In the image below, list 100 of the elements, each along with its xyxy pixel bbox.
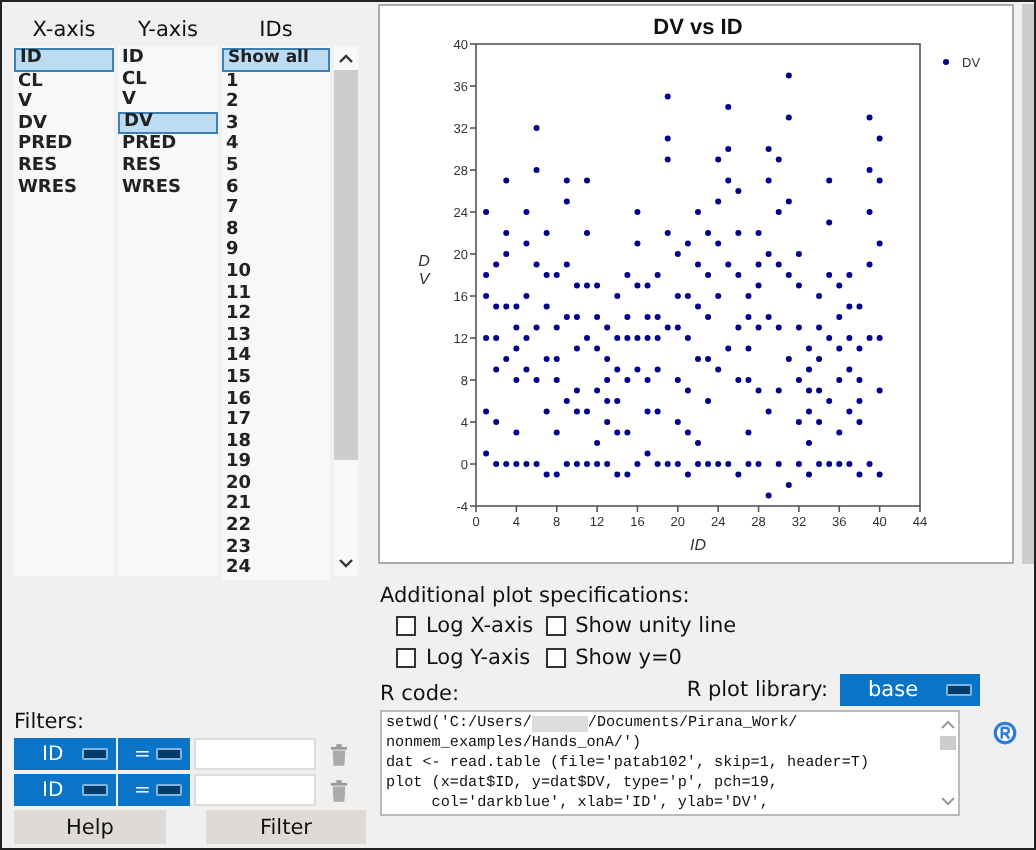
list-item[interactable]: 8 [222, 219, 330, 241]
operator-dropdown[interactable]: = [118, 738, 190, 770]
checkbox-label: Show unity line [575, 614, 737, 638]
operator-dropdown[interactable]: = [118, 774, 190, 806]
data-point [816, 419, 823, 425]
list-item[interactable]: 23 [222, 537, 330, 559]
data-point [553, 356, 560, 362]
data-point [513, 461, 520, 467]
list-item[interactable]: 5 [222, 155, 330, 178]
list-item[interactable]: RES [118, 155, 218, 178]
filter-value-field[interactable] [194, 774, 316, 806]
data-point [644, 314, 651, 320]
data-point [846, 303, 853, 310]
data-point [856, 345, 863, 352]
data-point [493, 366, 500, 373]
list-item[interactable]: 20 [222, 473, 330, 495]
scroll-down-icon[interactable] [338, 558, 354, 570]
list-item[interactable]: DV [14, 113, 114, 135]
data-point [705, 398, 712, 404]
library-dropdown[interactable]: base [840, 674, 980, 706]
scrollbar-thumb[interactable] [334, 70, 358, 460]
data-point [785, 198, 792, 205]
list-item[interactable]: 19 [222, 452, 330, 474]
data-point [876, 471, 883, 478]
data-point [654, 461, 661, 467]
code-editor[interactable] [380, 710, 960, 816]
data-point [634, 240, 641, 247]
list-item[interactable]: 3 [222, 113, 330, 135]
scrollbar[interactable] [1022, 4, 1034, 564]
list-item[interactable]: CL [118, 69, 218, 91]
list-item[interactable]: 15 [222, 367, 330, 389]
list-item[interactable]: 10 [222, 261, 330, 284]
trash-icon[interactable] [330, 743, 348, 765]
data-point [523, 366, 530, 373]
list-item[interactable]: 9 [222, 240, 330, 262]
checkbox[interactable] [396, 648, 416, 668]
data-point [523, 293, 530, 299]
list-item[interactable]: 18 [222, 431, 330, 453]
data-point [674, 251, 681, 257]
list-item[interactable]: 16 [222, 389, 330, 411]
data-point [836, 461, 843, 467]
list-item[interactable]: V [14, 92, 114, 114]
data-point [735, 230, 742, 236]
r-plot-library-label: R plot library: [686, 678, 828, 702]
data-point [644, 282, 651, 289]
data-point [614, 366, 621, 373]
data-point [836, 345, 843, 352]
list-item[interactable]: 22 [222, 516, 330, 538]
data-point [584, 408, 590, 415]
scrollbar[interactable] [334, 46, 358, 576]
list-item[interactable]: RES [14, 155, 114, 178]
list-item[interactable]: 24 [222, 558, 330, 580]
checkbox[interactable] [545, 616, 566, 636]
list-item[interactable]: 13 [222, 325, 330, 347]
list-item[interactable]: 21 [222, 494, 330, 517]
list-item[interactable]: 2 [222, 92, 330, 114]
filter-button[interactable]: Filter [206, 810, 366, 844]
list-item[interactable]: 1 [222, 71, 330, 93]
scrollbar-thumb[interactable] [940, 736, 956, 750]
list-item[interactable]: PRED [14, 134, 114, 156]
list-item[interactable]: Show all [222, 48, 330, 72]
data-point [866, 261, 873, 268]
data-point [664, 324, 671, 331]
list-item[interactable]: 17 [222, 410, 330, 432]
list-item[interactable]: CL [14, 71, 114, 93]
column-dropdown[interactable]: ID [14, 738, 116, 770]
r-logo-icon[interactable] [992, 720, 1018, 746]
checkbox[interactable] [545, 648, 566, 668]
list-item[interactable]: 14 [222, 346, 330, 368]
data-point [775, 324, 782, 331]
list-item[interactable]: 7 [222, 198, 330, 220]
trash-icon[interactable] [330, 779, 348, 801]
data-point [654, 408, 661, 415]
data-point [483, 293, 490, 299]
list-item[interactable]: V [118, 90, 218, 112]
data-point [715, 198, 722, 205]
data-point [725, 261, 732, 268]
data-point [816, 387, 823, 394]
data-point [654, 335, 661, 341]
list-item[interactable]: WRES [118, 177, 218, 199]
data-point [553, 377, 560, 383]
data-point [543, 272, 550, 278]
list-item[interactable]: 12 [222, 304, 330, 326]
scroll-up-icon[interactable] [338, 52, 354, 64]
list-item[interactable]: ID [14, 48, 114, 72]
data-point [765, 492, 772, 499]
checkbox[interactable] [396, 616, 416, 636]
list-item[interactable]: DV [118, 111, 218, 135]
list-item[interactable]: 6 [222, 177, 330, 199]
filter-value-field[interactable] [194, 738, 316, 770]
list-item[interactable]: ID [118, 48, 218, 70]
list-item[interactable]: 4 [222, 134, 330, 156]
data-point [553, 272, 560, 278]
list-item[interactable]: PRED [118, 134, 218, 156]
data-point [503, 303, 510, 310]
column-dropdown[interactable]: ID [14, 774, 116, 806]
list-item[interactable]: WRES [14, 177, 114, 199]
list-item[interactable]: 11 [222, 283, 330, 305]
data-point [684, 429, 691, 436]
help-button[interactable]: Help [14, 810, 166, 844]
